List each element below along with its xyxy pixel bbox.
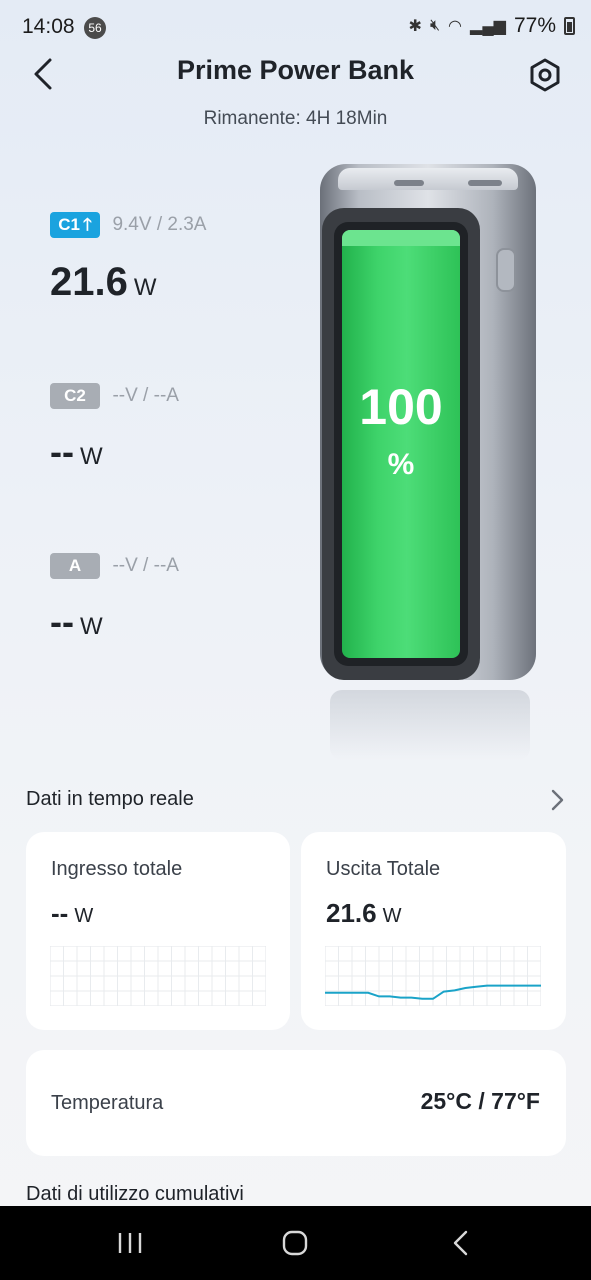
nav-back-button[interactable] (442, 1226, 482, 1260)
input-label: Ingresso totale (51, 858, 183, 880)
page-title: Prime Power Bank (176, 55, 415, 85)
mute-icon: 🔇︎ (429, 17, 441, 34)
status-time: 14:08 (22, 15, 75, 38)
home-button[interactable] (275, 1226, 315, 1260)
notification-count-badge: 56 (84, 17, 106, 39)
realtime-title[interactable]: Dati in tempo reale (26, 788, 194, 811)
settings-icon (530, 58, 560, 92)
power-bank-graphic: 100 % (320, 164, 538, 684)
system-nav-bar (0, 1206, 591, 1280)
port-c2-vi: --V / --A (112, 385, 179, 406)
signal-icon: ▂▄▆ (470, 18, 506, 35)
power-bank-reflection (330, 690, 530, 760)
port-c1: C1 🡑 9.4V / 2.3A 21.6 W (50, 212, 206, 305)
input-value: -- W (51, 898, 93, 929)
power-bank-top (338, 168, 518, 190)
port-a-power-unit: W (79, 613, 103, 640)
battery-percent: 77% (513, 14, 556, 37)
battery-icon (564, 17, 575, 35)
port-c2-power-unit: W (79, 443, 103, 470)
output-label: Uscita Totale (326, 858, 441, 880)
wifi-icon: ◠ (448, 18, 463, 35)
battery-level-top (342, 230, 460, 246)
input-value-number: -- (51, 898, 69, 928)
status-bar: 14:08 56 ✱ 🔇︎ ◠ ▂▄▆ 77% (0, 0, 591, 54)
recent-apps-icon (118, 1233, 142, 1253)
input-mini-chart (50, 946, 266, 1006)
input-card[interactable]: Ingresso totale -- W (26, 832, 290, 1030)
cumulative-title[interactable]: Dati di utilizzo cumulativi (26, 1183, 244, 1206)
settings-button[interactable] (526, 56, 564, 94)
port-c1-vi: 9.4V / 2.3A (112, 214, 207, 235)
port-c1-badge: C1 🡑 (50, 212, 100, 238)
temperature-value: 25°C / 77°F (420, 1088, 540, 1114)
bluetooth-icon: ✱ (408, 18, 422, 35)
port-c2-badge: C2 (50, 383, 100, 409)
recent-apps-button[interactable] (110, 1226, 150, 1260)
temperature-card: Temperatura 25°C / 77°F (26, 1050, 566, 1156)
output-value-unit: W (382, 905, 402, 927)
battery-percent-value: 100 (359, 379, 443, 435)
port-c1-power-value: 21.6 (50, 260, 128, 304)
home-icon (282, 1230, 308, 1256)
nav-back-icon (453, 1230, 468, 1256)
port-a-badge: A (50, 553, 100, 579)
port-c2-power-value: -- (50, 431, 74, 472)
output-value: 21.6 W (326, 898, 402, 929)
temperature-label: Temperatura (51, 1092, 164, 1114)
port-a-vi: --V / --A (112, 555, 179, 576)
usb-port-icon (394, 180, 424, 186)
remaining-time: Rimanente: 4H 18Min (203, 108, 388, 129)
power-bank-button (496, 248, 516, 292)
status-icons: ✱ 🔇︎ ◠ ▂▄▆ 77% (409, 14, 575, 38)
port-c1-power: 21.6 W (50, 260, 206, 305)
output-mini-chart (325, 946, 541, 1006)
battery-frame: 100 % (322, 208, 480, 680)
port-c1-power-unit: W (133, 274, 157, 301)
output-card[interactable]: Uscita Totale 21.6 W (301, 832, 566, 1030)
port-a-power: -- W (50, 601, 179, 643)
realtime-chevron-right-icon[interactable] (546, 788, 568, 812)
chevron-right-icon (551, 789, 564, 811)
battery-percent-sign: % (387, 448, 415, 481)
port-a-power-value: -- (50, 601, 74, 642)
output-value-number: 21.6 (326, 898, 377, 928)
port-a: A --V / --A -- W (50, 553, 179, 643)
port-c2-power: -- W (50, 431, 179, 473)
arrow-up-icon: 🡑 (82, 215, 92, 234)
port-c1-label: C1 (58, 215, 80, 234)
input-value-unit: W (74, 905, 94, 927)
usb-port-icon (468, 180, 502, 186)
port-c2: C2 --V / --A -- W (50, 383, 179, 473)
battery-inner: 100 % (334, 222, 468, 666)
battery-level-fill: 100 % (342, 230, 460, 658)
